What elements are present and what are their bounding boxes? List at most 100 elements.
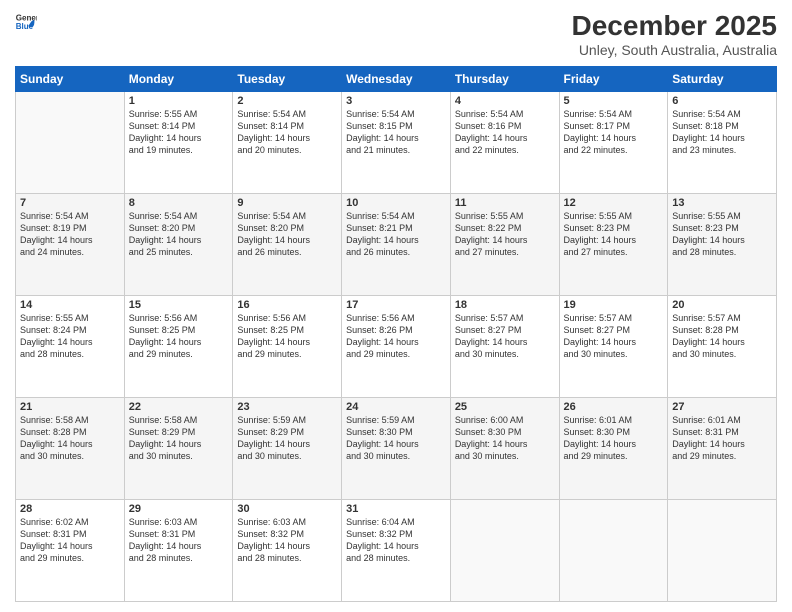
day-info: Sunrise: 5:54 AM Sunset: 8:15 PM Dayligh… — [346, 108, 446, 157]
calendar-cell — [16, 92, 125, 194]
day-info: Sunrise: 5:54 AM Sunset: 8:21 PM Dayligh… — [346, 210, 446, 259]
title-area: December 2025 Unley, South Australia, Au… — [572, 10, 777, 58]
calendar-cell: 18Sunrise: 5:57 AM Sunset: 8:27 PM Dayli… — [450, 296, 559, 398]
day-info: Sunrise: 5:54 AM Sunset: 8:19 PM Dayligh… — [20, 210, 120, 259]
calendar-cell: 8Sunrise: 5:54 AM Sunset: 8:20 PM Daylig… — [124, 194, 233, 296]
weekday-tuesday: Tuesday — [233, 67, 342, 92]
day-number: 2 — [237, 95, 337, 107]
calendar-cell: 13Sunrise: 5:55 AM Sunset: 8:23 PM Dayli… — [668, 194, 777, 296]
day-number: 27 — [672, 401, 772, 413]
calendar-cell: 6Sunrise: 5:54 AM Sunset: 8:18 PM Daylig… — [668, 92, 777, 194]
weekday-wednesday: Wednesday — [342, 67, 451, 92]
day-info: Sunrise: 5:55 AM Sunset: 8:24 PM Dayligh… — [20, 312, 120, 361]
calendar-cell: 11Sunrise: 5:55 AM Sunset: 8:22 PM Dayli… — [450, 194, 559, 296]
day-info: Sunrise: 6:01 AM Sunset: 8:31 PM Dayligh… — [672, 414, 772, 463]
day-info: Sunrise: 5:57 AM Sunset: 8:27 PM Dayligh… — [564, 312, 664, 361]
day-number: 11 — [455, 197, 555, 209]
calendar-cell — [559, 500, 668, 602]
page: General Blue December 2025 Unley, South … — [0, 0, 792, 612]
day-info: Sunrise: 5:54 AM Sunset: 8:17 PM Dayligh… — [564, 108, 664, 157]
day-number: 31 — [346, 503, 446, 515]
header: General Blue December 2025 Unley, South … — [15, 10, 777, 58]
week-row-2: 14Sunrise: 5:55 AM Sunset: 8:24 PM Dayli… — [16, 296, 777, 398]
day-number: 14 — [20, 299, 120, 311]
subtitle: Unley, South Australia, Australia — [572, 42, 777, 58]
day-number: 18 — [455, 299, 555, 311]
svg-text:Blue: Blue — [16, 22, 34, 31]
calendar-cell: 1Sunrise: 5:55 AM Sunset: 8:14 PM Daylig… — [124, 92, 233, 194]
day-number: 24 — [346, 401, 446, 413]
day-number: 13 — [672, 197, 772, 209]
day-info: Sunrise: 5:55 AM Sunset: 8:23 PM Dayligh… — [564, 210, 664, 259]
day-number: 21 — [20, 401, 120, 413]
calendar-cell: 5Sunrise: 5:54 AM Sunset: 8:17 PM Daylig… — [559, 92, 668, 194]
calendar-cell: 28Sunrise: 6:02 AM Sunset: 8:31 PM Dayli… — [16, 500, 125, 602]
calendar-cell: 12Sunrise: 5:55 AM Sunset: 8:23 PM Dayli… — [559, 194, 668, 296]
logo: General Blue — [15, 10, 37, 32]
week-row-4: 28Sunrise: 6:02 AM Sunset: 8:31 PM Dayli… — [16, 500, 777, 602]
day-number: 7 — [20, 197, 120, 209]
day-number: 29 — [129, 503, 229, 515]
day-number: 9 — [237, 197, 337, 209]
day-number: 20 — [672, 299, 772, 311]
day-info: Sunrise: 5:56 AM Sunset: 8:25 PM Dayligh… — [129, 312, 229, 361]
day-info: Sunrise: 6:00 AM Sunset: 8:30 PM Dayligh… — [455, 414, 555, 463]
day-number: 26 — [564, 401, 664, 413]
calendar-cell: 26Sunrise: 6:01 AM Sunset: 8:30 PM Dayli… — [559, 398, 668, 500]
calendar-cell: 23Sunrise: 5:59 AM Sunset: 8:29 PM Dayli… — [233, 398, 342, 500]
calendar-cell: 19Sunrise: 5:57 AM Sunset: 8:27 PM Dayli… — [559, 296, 668, 398]
calendar-cell: 27Sunrise: 6:01 AM Sunset: 8:31 PM Dayli… — [668, 398, 777, 500]
calendar-cell: 16Sunrise: 5:56 AM Sunset: 8:25 PM Dayli… — [233, 296, 342, 398]
week-row-0: 1Sunrise: 5:55 AM Sunset: 8:14 PM Daylig… — [16, 92, 777, 194]
day-number: 19 — [564, 299, 664, 311]
day-number: 8 — [129, 197, 229, 209]
weekday-friday: Friday — [559, 67, 668, 92]
day-number: 28 — [20, 503, 120, 515]
day-info: Sunrise: 5:54 AM Sunset: 8:16 PM Dayligh… — [455, 108, 555, 157]
day-info: Sunrise: 6:02 AM Sunset: 8:31 PM Dayligh… — [20, 516, 120, 565]
weekday-header-row: SundayMondayTuesdayWednesdayThursdayFrid… — [16, 67, 777, 92]
day-number: 25 — [455, 401, 555, 413]
day-number: 17 — [346, 299, 446, 311]
weekday-saturday: Saturday — [668, 67, 777, 92]
calendar-cell: 2Sunrise: 5:54 AM Sunset: 8:14 PM Daylig… — [233, 92, 342, 194]
day-number: 3 — [346, 95, 446, 107]
calendar-cell: 10Sunrise: 5:54 AM Sunset: 8:21 PM Dayli… — [342, 194, 451, 296]
day-info: Sunrise: 5:54 AM Sunset: 8:18 PM Dayligh… — [672, 108, 772, 157]
calendar-cell — [450, 500, 559, 602]
calendar-cell — [668, 500, 777, 602]
logo-icon: General Blue — [15, 10, 37, 32]
day-info: Sunrise: 5:58 AM Sunset: 8:28 PM Dayligh… — [20, 414, 120, 463]
day-number: 1 — [129, 95, 229, 107]
day-info: Sunrise: 5:55 AM Sunset: 8:22 PM Dayligh… — [455, 210, 555, 259]
day-number: 30 — [237, 503, 337, 515]
day-info: Sunrise: 5:54 AM Sunset: 8:14 PM Dayligh… — [237, 108, 337, 157]
calendar-cell: 3Sunrise: 5:54 AM Sunset: 8:15 PM Daylig… — [342, 92, 451, 194]
day-number: 5 — [564, 95, 664, 107]
day-number: 12 — [564, 197, 664, 209]
calendar-cell: 20Sunrise: 5:57 AM Sunset: 8:28 PM Dayli… — [668, 296, 777, 398]
day-info: Sunrise: 5:57 AM Sunset: 8:27 PM Dayligh… — [455, 312, 555, 361]
day-info: Sunrise: 5:55 AM Sunset: 8:23 PM Dayligh… — [672, 210, 772, 259]
day-info: Sunrise: 5:54 AM Sunset: 8:20 PM Dayligh… — [129, 210, 229, 259]
day-info: Sunrise: 5:58 AM Sunset: 8:29 PM Dayligh… — [129, 414, 229, 463]
week-row-1: 7Sunrise: 5:54 AM Sunset: 8:19 PM Daylig… — [16, 194, 777, 296]
day-info: Sunrise: 5:57 AM Sunset: 8:28 PM Dayligh… — [672, 312, 772, 361]
day-info: Sunrise: 5:56 AM Sunset: 8:26 PM Dayligh… — [346, 312, 446, 361]
calendar-cell: 25Sunrise: 6:00 AM Sunset: 8:30 PM Dayli… — [450, 398, 559, 500]
day-info: Sunrise: 6:01 AM Sunset: 8:30 PM Dayligh… — [564, 414, 664, 463]
day-info: Sunrise: 6:03 AM Sunset: 8:31 PM Dayligh… — [129, 516, 229, 565]
calendar-cell: 30Sunrise: 6:03 AM Sunset: 8:32 PM Dayli… — [233, 500, 342, 602]
calendar-cell: 15Sunrise: 5:56 AM Sunset: 8:25 PM Dayli… — [124, 296, 233, 398]
day-number: 23 — [237, 401, 337, 413]
calendar-cell: 24Sunrise: 5:59 AM Sunset: 8:30 PM Dayli… — [342, 398, 451, 500]
calendar-cell: 22Sunrise: 5:58 AM Sunset: 8:29 PM Dayli… — [124, 398, 233, 500]
day-number: 16 — [237, 299, 337, 311]
month-title: December 2025 — [572, 10, 777, 42]
day-number: 15 — [129, 299, 229, 311]
weekday-sunday: Sunday — [16, 67, 125, 92]
calendar-cell: 29Sunrise: 6:03 AM Sunset: 8:31 PM Dayli… — [124, 500, 233, 602]
day-info: Sunrise: 5:55 AM Sunset: 8:14 PM Dayligh… — [129, 108, 229, 157]
day-number: 22 — [129, 401, 229, 413]
week-row-3: 21Sunrise: 5:58 AM Sunset: 8:28 PM Dayli… — [16, 398, 777, 500]
